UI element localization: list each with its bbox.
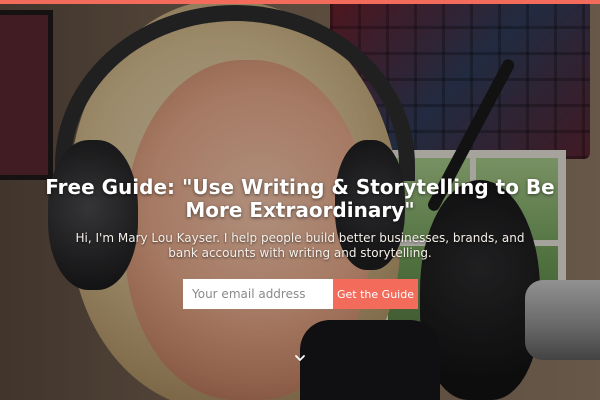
signup-form: Get the Guide — [183, 279, 418, 309]
hero-content: Free Guide: "Use Writing & Storytelling … — [0, 176, 600, 261]
chevron-down-svg — [295, 355, 305, 361]
hero-subtext: Hi, I'm Mary Lou Kayser. I help people b… — [75, 231, 525, 260]
email-input[interactable] — [183, 279, 333, 309]
chevron-down-icon[interactable] — [292, 352, 308, 368]
top-accent-bar — [0, 0, 600, 4]
hero-headline: Free Guide: "Use Writing & Storytelling … — [45, 175, 555, 222]
get-guide-button[interactable]: Get the Guide — [333, 279, 418, 309]
